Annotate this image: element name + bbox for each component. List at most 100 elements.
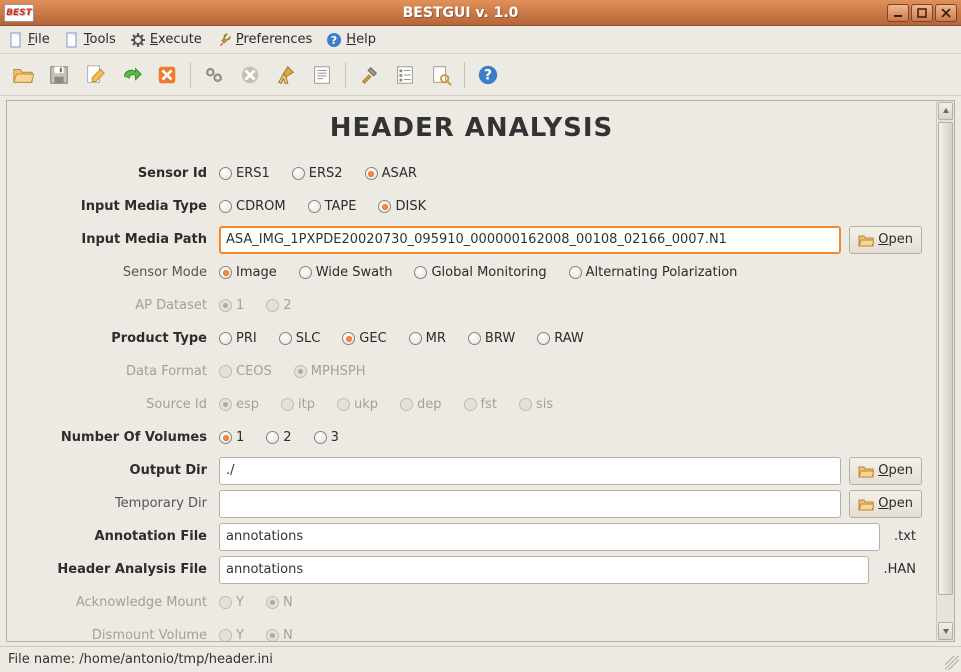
menu-help[interactable]: ? Help xyxy=(326,32,376,48)
menu-help-label: Help xyxy=(346,32,376,47)
radio-mode-wideswath[interactable]: Wide Swath xyxy=(299,265,393,280)
radio-mode-image[interactable]: Image xyxy=(219,265,277,280)
radio-ptype-pri[interactable]: PRI xyxy=(219,331,257,346)
open-media-path-button[interactable]: Open xyxy=(849,226,922,254)
minimize-button[interactable] xyxy=(887,4,909,22)
radio-sensor-ers1[interactable]: ERS1 xyxy=(219,166,270,181)
close-button[interactable] xyxy=(935,4,957,22)
edit-document-icon[interactable] xyxy=(80,60,110,90)
radio-media-disk[interactable]: DISK xyxy=(378,199,426,214)
radio-dis-y: Y xyxy=(219,628,244,641)
sensor-id-group: ERS1 ERS2 ASAR xyxy=(219,166,922,181)
log-icon[interactable] xyxy=(307,60,337,90)
radio-ptype-mr[interactable]: MR xyxy=(409,331,446,346)
menu-execute[interactable]: Execute xyxy=(130,32,202,48)
window-title: BESTGUI v. 1.0 xyxy=(34,5,887,21)
open-button-label: Open xyxy=(878,463,913,478)
arrow-redo-icon[interactable] xyxy=(116,60,146,90)
title-bar: BEST BESTGUI v. 1.0 xyxy=(0,0,961,26)
resize-grip-icon[interactable] xyxy=(945,656,959,670)
radio-vol-3[interactable]: 3 xyxy=(314,430,339,445)
svg-text:?: ? xyxy=(484,67,492,83)
radio-media-cdrom[interactable]: CDROM xyxy=(219,199,286,214)
annotation-file-field[interactable] xyxy=(219,523,880,551)
label-sensor-mode: Sensor Mode xyxy=(21,265,219,280)
label-data-format: Data Format xyxy=(21,364,219,379)
form-panel: HEADER ANALYSIS Sensor Id ERS1 ERS2 ASAR… xyxy=(6,100,955,642)
annotation-file-ext: .txt xyxy=(888,529,922,544)
menu-tools-label: Tools xyxy=(84,32,116,47)
menu-preferences-label: Preferences xyxy=(236,32,312,47)
product-type-group: PRI SLC GEC MR BRW RAW xyxy=(219,331,922,346)
open-output-dir-button[interactable]: Open xyxy=(849,457,922,485)
menu-execute-label: Execute xyxy=(150,32,202,47)
scroll-up-icon[interactable] xyxy=(938,102,953,120)
input-media-path-field[interactable] xyxy=(219,226,841,254)
checklist-icon[interactable] xyxy=(390,60,420,90)
label-num-volumes: Number Of Volumes xyxy=(21,430,219,445)
radio-ptype-gec[interactable]: GEC xyxy=(342,331,386,346)
label-source-id: Source Id xyxy=(21,397,219,412)
wrench-icon xyxy=(216,32,232,48)
radio-sensor-asar[interactable]: ASAR xyxy=(365,166,417,181)
radio-ap-2: 2 xyxy=(266,298,291,313)
radio-src-dep: dep xyxy=(400,397,442,412)
docsearch-icon[interactable] xyxy=(426,60,456,90)
menu-preferences[interactable]: Preferences xyxy=(216,32,312,48)
toolbar: ? xyxy=(0,54,961,96)
open-temp-dir-button[interactable]: Open xyxy=(849,490,922,518)
tools-icon[interactable] xyxy=(354,60,384,90)
radio-vol-1[interactable]: 1 xyxy=(219,430,244,445)
radio-media-tape[interactable]: TAPE xyxy=(308,199,357,214)
ack-mount-group: Y N xyxy=(219,595,922,610)
label-sensor-id: Sensor Id xyxy=(21,166,219,181)
data-format-group: CEOS MPHSPH xyxy=(219,364,922,379)
radio-ack-y: Y xyxy=(219,595,244,610)
cancel-circle-icon[interactable] xyxy=(235,60,265,90)
radio-sensor-ers2[interactable]: ERS2 xyxy=(292,166,343,181)
header-file-field[interactable] xyxy=(219,556,869,584)
maximize-button[interactable] xyxy=(911,4,933,22)
vertical-scrollbar[interactable] xyxy=(936,101,954,641)
output-dir-field[interactable] xyxy=(219,457,841,485)
scroll-track[interactable] xyxy=(938,122,953,620)
open-button-label: Open xyxy=(878,496,913,511)
svg-text:?: ? xyxy=(331,34,337,47)
label-input-media-path: Input Media Path xyxy=(21,232,219,247)
gear-icon xyxy=(130,32,146,48)
label-dismount: Dismount Volume xyxy=(21,628,219,641)
main-area: HEADER ANALYSIS Sensor Id ERS1 ERS2 ASAR… xyxy=(0,96,961,646)
radio-ack-n: N xyxy=(266,595,293,610)
radio-ptype-brw[interactable]: BRW xyxy=(468,331,515,346)
help-icon[interactable]: ? xyxy=(473,60,503,90)
radio-df-ceos: CEOS xyxy=(219,364,272,379)
save-floppy-icon[interactable] xyxy=(44,60,74,90)
radio-src-sis: sis xyxy=(519,397,553,412)
close-x-icon[interactable] xyxy=(152,60,182,90)
input-media-type-group: CDROM TAPE DISK xyxy=(219,199,922,214)
radio-mode-altpolar[interactable]: Alternating Polarization xyxy=(569,265,738,280)
radio-mode-global[interactable]: Global Monitoring xyxy=(414,265,546,280)
radio-ptype-raw[interactable]: RAW xyxy=(537,331,584,346)
radio-src-esp: esp xyxy=(219,397,259,412)
temporary-dir-field[interactable] xyxy=(219,490,841,518)
toolbar-separator xyxy=(190,62,191,88)
open-folder-icon xyxy=(858,463,874,479)
page-title: HEADER ANALYSIS xyxy=(21,113,922,143)
open-folder-icon xyxy=(858,232,874,248)
radio-vol-2[interactable]: 2 xyxy=(266,430,291,445)
status-bar: File name: /home/antonio/tmp/header.ini xyxy=(0,646,961,672)
menu-file[interactable]: File xyxy=(8,32,50,48)
header-file-ext: .HAN xyxy=(877,562,922,577)
label-temporary-dir: Temporary Dir xyxy=(21,496,219,511)
menu-tools[interactable]: Tools xyxy=(64,32,116,48)
radio-ptype-slc[interactable]: SLC xyxy=(279,331,321,346)
status-text: File name: /home/antonio/tmp/header.ini xyxy=(8,652,273,667)
gears-icon[interactable] xyxy=(199,60,229,90)
open-folder-icon[interactable] xyxy=(8,60,38,90)
radio-src-itp: itp xyxy=(281,397,315,412)
toolbar-separator xyxy=(345,62,346,88)
scroll-thumb[interactable] xyxy=(938,122,953,595)
broom-icon[interactable] xyxy=(271,60,301,90)
scroll-down-icon[interactable] xyxy=(938,622,953,640)
